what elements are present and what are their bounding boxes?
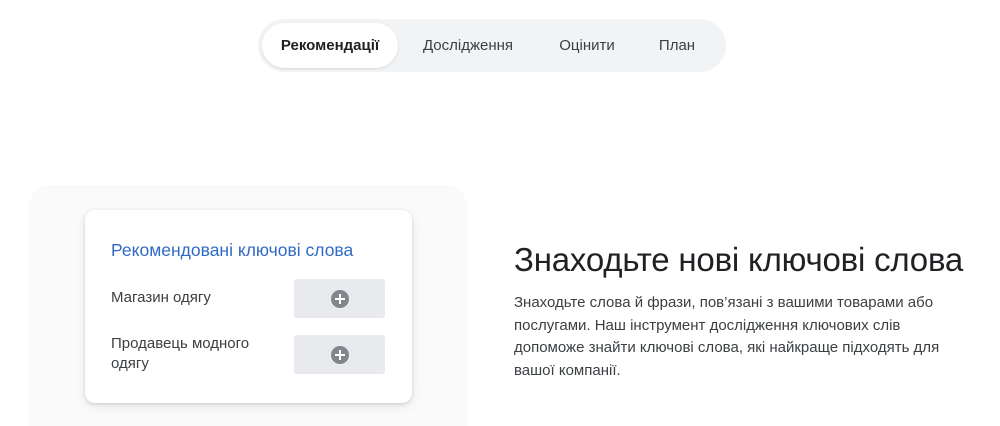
tab-bar: Рекомендації Дослідження Оцінити План (258, 19, 726, 72)
plus-circle-icon (330, 289, 349, 308)
keyword-label: Магазин одягу (111, 289, 211, 306)
tab-recommendations[interactable]: Рекомендації (262, 23, 398, 68)
tab-plan[interactable]: План (636, 23, 718, 68)
plus-circle-icon (330, 345, 349, 364)
page-headline: Знаходьте нові ключові слова (514, 241, 964, 278)
tab-evaluate[interactable]: Оцінити (538, 23, 636, 68)
add-keyword-button[interactable] (294, 279, 385, 318)
page-description: Знаходьте слова й фрази, пов’язані з ваш… (514, 294, 940, 379)
tab-research[interactable]: Дослідження (398, 23, 538, 68)
add-keyword-button[interactable] (294, 335, 385, 374)
keyword-suggestions-card: Рекомендовані ключові слова Магазин одяг… (85, 210, 412, 403)
card-title: Рекомендовані ключові слова (111, 240, 354, 260)
page: Рекомендації Дослідження Оцінити План Ре… (0, 0, 1000, 426)
keyword-label: Продавець модного одягу (111, 335, 250, 372)
